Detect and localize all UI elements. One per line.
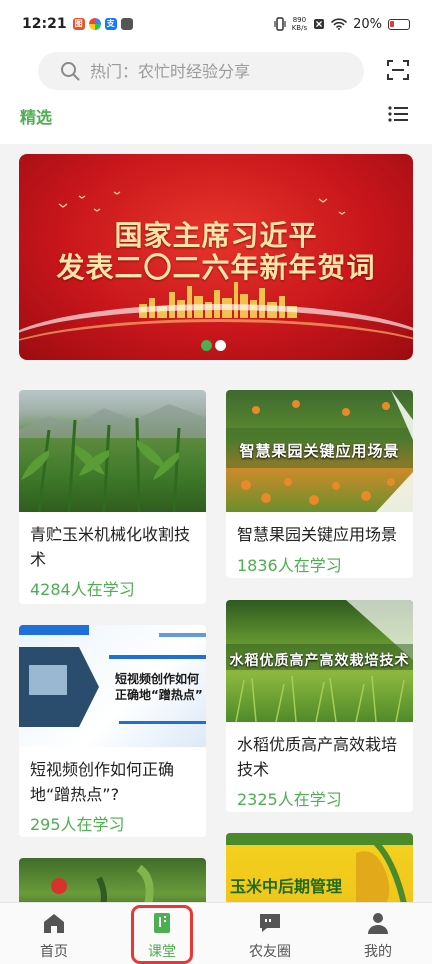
corn-field-illustration (19, 404, 206, 513)
course-learners: 295人在学习 (30, 815, 125, 834)
home-icon (44, 914, 64, 933)
no-sim-icon (314, 19, 325, 29)
battery-icon (388, 18, 410, 30)
scan-icon[interactable] (386, 58, 410, 82)
search-icon (61, 62, 80, 81)
nav-mine[interactable]: 我的 (324, 903, 432, 964)
course-thumbnail: 水稻优质高产高效栽培技术 (226, 600, 413, 723)
course-title: 青贮玉米机械化收割技术 (30, 525, 191, 569)
battery-percent: 20% (353, 16, 382, 32)
chat-bubble-icon (260, 914, 280, 932)
thumbnail-caption: 智慧果园关键应用场景 (239, 442, 400, 460)
course-thumbnail (19, 390, 206, 513)
thumbnail-caption: 短视频创作如何 正确地“蹭热点” (115, 671, 203, 703)
search-input[interactable] (90, 61, 340, 81)
nav-home[interactable]: 首页 (0, 903, 108, 964)
course-thumbnail: 智慧果园关键应用场景 (226, 390, 413, 512)
nav-mine-label: 我的 (364, 944, 392, 960)
course-title: 智慧果园关键应用场景 (237, 525, 398, 544)
nav-home-label: 首页 (40, 944, 68, 960)
active-tab-highlight (131, 905, 193, 964)
course-thumbnail: 玉米中后期管理 (226, 833, 413, 913)
course-thumbnail: 短视频创作如何 正确地“蹭热点” (19, 625, 206, 747)
course-card[interactable]: 短视频创作如何 正确地“蹭热点” 短视频创作如何正确地“蹭热点”? 295人在学… (19, 625, 206, 837)
tab-featured[interactable]: 精选 (20, 104, 52, 128)
course-title: 水稻优质高产高效栽培技术 (237, 735, 398, 779)
app-notification-icon (88, 18, 101, 30)
banner-headline-2: 发表二〇二六年新年贺词 (56, 251, 376, 284)
category-list-icon[interactable] (388, 106, 408, 122)
net-speed: 890 KB/s (292, 16, 307, 32)
bottom-navigation: 首页 课堂 农友圈 我的 (0, 902, 432, 964)
net-speed-value: 890 (292, 16, 307, 24)
person-icon (368, 913, 388, 934)
header: 精选 (0, 48, 432, 144)
course-card[interactable]: 青贮玉米机械化收割技术 4284人在学习 (19, 390, 206, 604)
course-card[interactable]: 智慧果园关键应用场景 智慧果园关键应用场景 1836人在学习 (226, 390, 413, 578)
app-notification-icon (120, 18, 133, 30)
thumbnail-caption: 水稻优质高产高效栽培技术 (229, 653, 410, 669)
course-card[interactable]: 水稻优质高产高效栽培技术 水稻优质高产高效栽培技术 2325人在学习 (226, 600, 413, 812)
net-speed-unit: KB/s (291, 24, 308, 32)
banner-carousel[interactable]: 国家主席习近平 发表二〇二六年新年贺词 (19, 154, 413, 360)
thumbnail-caption: 玉米中后期管理 (230, 877, 343, 896)
course-title: 短视频创作如何正确地“蹭热点”? (30, 760, 175, 804)
nav-circle[interactable]: 农友圈 (216, 903, 324, 964)
course-learners: 1836人在学习 (237, 556, 342, 575)
search-bar[interactable] (38, 52, 364, 90)
nav-circle-label: 农友圈 (249, 944, 291, 960)
carousel-dot-active[interactable] (201, 340, 212, 351)
course-learners: 4284人在学习 (30, 580, 135, 599)
app-notification-icon: 图 (72, 18, 85, 30)
thumbnail-caption-line: 短视频创作如何 (115, 672, 200, 686)
course-learners: 2325人在学习 (237, 790, 342, 809)
carousel-dot[interactable] (215, 340, 226, 351)
vibrate-icon (274, 17, 286, 31)
alipay-icon: 支 (104, 18, 117, 30)
course-card[interactable]: 玉米中后期管理 (226, 833, 413, 913)
carousel-indicator (201, 340, 226, 351)
wifi-icon (331, 18, 347, 30)
thumbnail-caption-line: 正确地“蹭热点” (115, 688, 203, 702)
status-time: 12:21 (22, 16, 67, 32)
status-bar: 12:21 图 支 890 KB/s 20% (0, 0, 432, 48)
